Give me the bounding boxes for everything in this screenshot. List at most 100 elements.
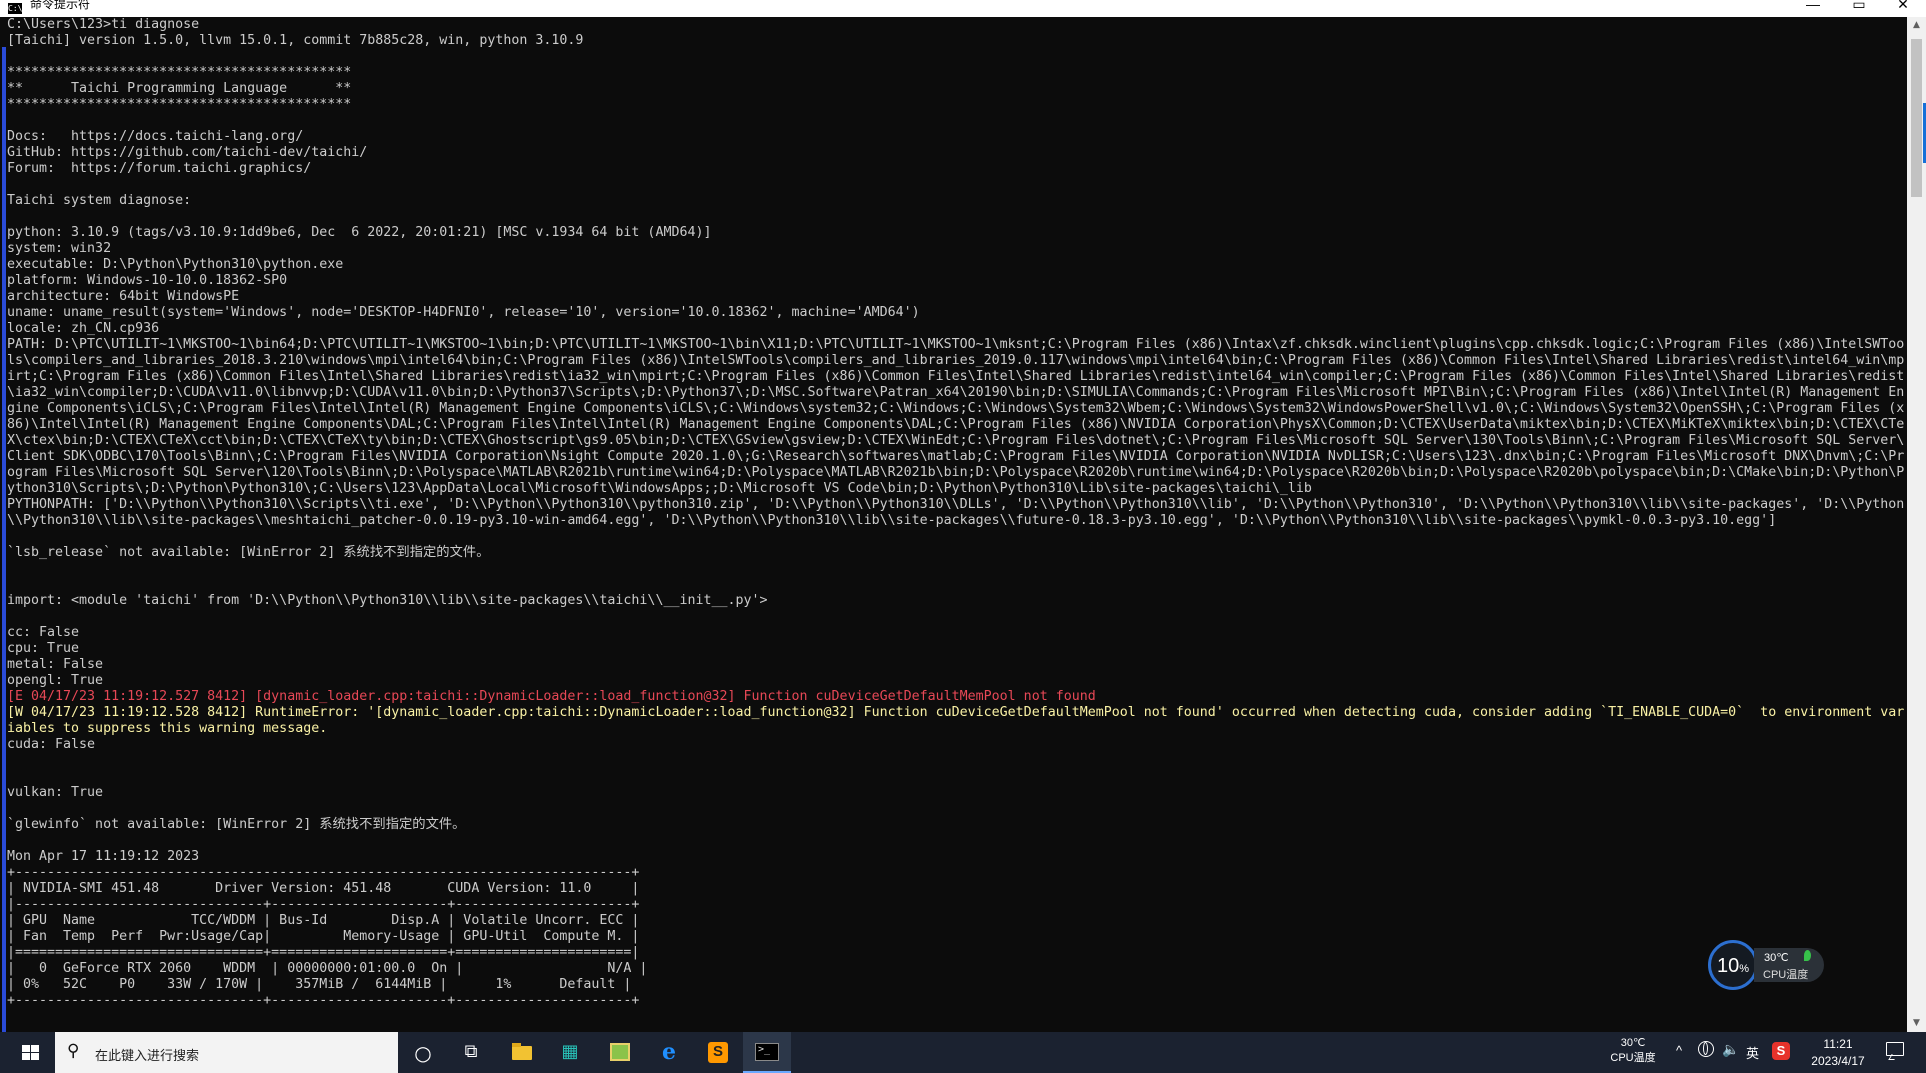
app-grid-button[interactable]: ▦ [546,1032,594,1073]
tray-cpu-temp-label: CPU温度 [1610,1052,1656,1064]
cpu-temp-value: 30℃ [1764,952,1789,964]
start-button[interactable] [0,1032,55,1073]
cortana-icon: ○ [414,1041,432,1065]
console-line: locale: zh_CN.cp936 [7,321,160,336]
console-line: architecture: 64bit WindowsPE [7,289,240,304]
console-line: ogram Files\Microsoft SQL Server\120\Too… [7,465,1905,480]
console-line: ls\compilers_and_libraries_2018.3.210\wi… [7,353,1905,368]
edge-icon: e [662,1039,676,1065]
console-line: ****************************************… [7,65,352,80]
windows-logo-icon [22,1045,39,1061]
console-line: GitHub: https://github.com/taichi-dev/ta… [7,145,368,160]
scroll-down-arrow[interactable]: ▼ [1907,1015,1926,1032]
console-line: executable: D:\Python\Python310\python.e… [7,257,344,272]
console-line: +-------------------------------+-------… [7,993,640,1008]
console-line: X\ctex\bin;D:\CTEX\CTeX\cct\bin;D:\CTEX\… [7,433,1905,448]
console-line: vulkan: True [7,785,104,800]
command-prompt-button[interactable] [743,1032,791,1073]
console-output[interactable]: C:\Users\123>ti diagnose [Taichi] version… [7,17,1907,1032]
vertical-scrollbar[interactable]: ▲ ▼ [1907,17,1926,1032]
console-line: Client SDK\ODBC\170\Tools\Binn\;C:\Progr… [7,449,1905,464]
command-prompt-icon [755,1043,779,1061]
console-line: | 0% 52C P0 33W / 170W | 357MiB / 6144Mi… [7,977,632,992]
console-line: cc: False [7,625,80,640]
console-line: +---------------------------------------… [7,865,640,880]
sublime-text-button[interactable] [694,1032,742,1073]
console-line: ****************************************… [7,97,352,112]
input-method-indicator[interactable]: 英 [1746,1043,1759,1062]
sogou-ime-icon[interactable]: S [1772,1042,1790,1060]
console-line: | GPU Name TCC/WDDM | Bus-Id Disp.A | Vo… [7,913,640,928]
console-line: | 0 GeForce RTX 2060 WDDM | 00000000:01:… [7,961,648,976]
console-line: [E 04/17/23 11:19:12.527 8412] [dynamic_… [7,689,1096,704]
left-accent-bar [2,47,6,1032]
window-title-bar[interactable]: C:\ 命令提示符 — ▭ ✕ [0,0,1926,17]
console-line: uname: uname_result(system='Windows', no… [7,305,920,320]
console-line: PATH: D:\PTC\UTILIT~1\MKSTOO~1\bin64;D:\… [7,337,1905,352]
console-line: import: <module 'taichi' from 'D:\\Pytho… [7,593,768,608]
console-line: ython310\Scripts\;D:\Python\Python310\;C… [7,481,1312,496]
map-app-button[interactable] [596,1032,644,1073]
console-line: | Fan Temp Perf Pwr:Usage/Cap| Memory-Us… [7,929,640,944]
task-view-icon: ⧉ [464,1041,478,1062]
notification-center-icon[interactable] [1886,1042,1904,1056]
console-line: |===============================+=======… [7,945,640,960]
folder-icon [512,1043,532,1060]
cpu-temp-label: CPU温度 [1763,969,1809,981]
console-line: gine Components\iCLS\;C:\Program Files\I… [7,401,1905,416]
cpu-usage-ring: 10% [1708,940,1758,990]
search-icon: ⚲ [67,1041,80,1060]
show-hidden-icons-chevron-icon[interactable]: ^ [1676,1043,1682,1058]
sublime-icon [708,1042,728,1063]
console-line: Docs: https://docs.taichi-lang.org/ [7,129,304,144]
task-view-button[interactable]: ⧉ [447,1032,495,1073]
close-button[interactable]: ✕ [1880,0,1926,13]
tray-cpu-temp[interactable]: 30℃ CPU温度 [1608,1036,1658,1066]
console-line: |-------------------------------+-------… [7,897,640,912]
maximize-button[interactable]: ▭ [1836,0,1882,13]
clock-date: 2023/4/17 [1811,1054,1865,1068]
minimize-button[interactable]: — [1790,0,1836,13]
cpu-monitor-widget[interactable]: 10% 30℃ CPU温度 [1708,940,1826,996]
map-app-icon [610,1043,630,1061]
edge-browser-button[interactable]: e [645,1032,693,1073]
console-line: [Taichi] version 1.5.0, llvm 15.0.1, com… [7,33,584,48]
console-line: metal: False [7,657,104,672]
tray-cpu-temp-value: 30℃ [1620,1037,1646,1049]
console-line: \\Python310\\lib\\site-packages\\meshtai… [7,513,1777,528]
console-line: Mon Apr 17 11:19:12 2023 [7,849,200,864]
console-line: 86)\Intel\Intel(R) Management Engine Com… [7,417,1905,432]
window-title: 命令提示符 [30,0,91,11]
console-line: irt;C:\Program Files (x86)\Common Files\… [7,369,1905,384]
console-line: Taichi system diagnose: [7,193,192,208]
volume-icon[interactable]: 🔈 [1722,1042,1739,1058]
scrollbar-thumb[interactable] [1911,39,1922,197]
console-line: `lsb_release` not available: [WinError 2… [7,545,490,560]
cpu-usage-value: 10 [1716,955,1740,977]
console-line: \ia32_win\compiler;D:\CUDA\v11.0\libnvvp… [7,385,1905,400]
file-explorer-button[interactable] [498,1032,546,1073]
console-line: cuda: False [7,737,96,752]
console-line: [W 04/17/23 11:19:12.528 8412] RuntimeEr… [7,705,1905,720]
cortana-button[interactable]: ○ [399,1032,447,1073]
scroll-up-arrow[interactable]: ▲ [1907,17,1926,34]
taskbar-clock[interactable]: 11:21 2023/4/17 [1800,1036,1876,1070]
console-line: python: 3.10.9 (tags/v3.10.9:1dd9be6, De… [7,225,712,240]
taskbar-search-box[interactable]: ⚲ 在此键入进行搜索 [55,1032,398,1073]
network-globe-icon[interactable] [1698,1041,1714,1057]
cpu-temp-pill: 30℃ CPU温度 [1754,948,1824,982]
left-accent-strip [0,17,7,1032]
taskbar: ⚲ 在此键入进行搜索 ○ ⧉ ▦ e 30℃ CPU温度 ^ 🔈 英 S 11:… [0,1032,1926,1073]
